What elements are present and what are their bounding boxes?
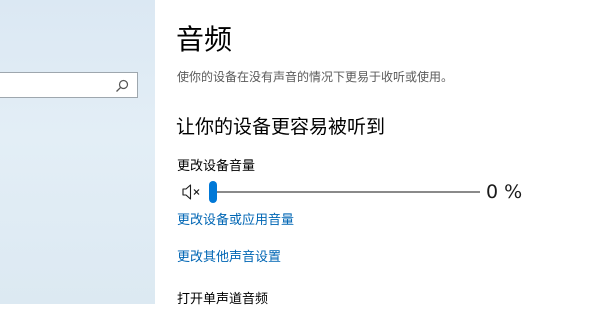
volume-slider[interactable] xyxy=(209,180,480,204)
sidebar xyxy=(0,0,155,304)
search-input[interactable] xyxy=(0,72,138,98)
app-volume-link[interactable]: 更改设备或应用音量 xyxy=(177,212,294,230)
settings-content: 音频 使你的设备在没有声音的情况下更易于收听或使用。 让你的设备更容易被听到 更… xyxy=(155,0,608,307)
volume-value: 0 % xyxy=(486,181,523,203)
page-description: 使你的设备在没有声音的情况下更易于收听或使用。 xyxy=(177,70,454,84)
section-heading: 让你的设备更容易被听到 xyxy=(176,116,386,138)
mono-audio-label: 打开单声道音频 xyxy=(177,292,269,307)
other-sound-settings-link[interactable]: 更改其他声音设置 xyxy=(177,249,281,267)
volume-label: 更改设备音量 xyxy=(177,159,256,174)
volume-slider-track[interactable] xyxy=(210,191,480,193)
page-title: 音频 xyxy=(176,23,233,56)
speaker-muted-icon xyxy=(181,184,203,206)
mute-toggle-button[interactable] xyxy=(181,182,203,202)
volume-slider-thumb[interactable] xyxy=(209,181,217,203)
search-icon[interactable] xyxy=(115,78,129,92)
